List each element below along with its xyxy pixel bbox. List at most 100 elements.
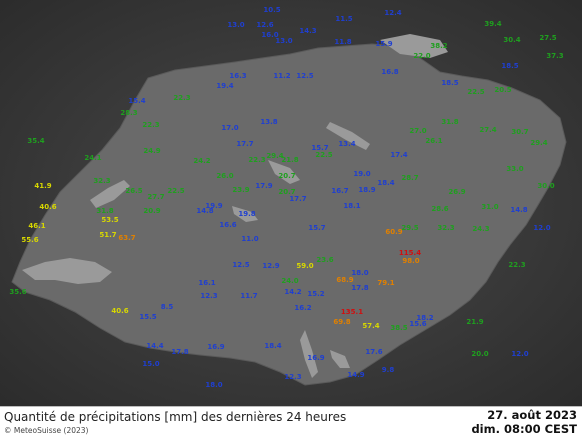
station-value: 15.9 bbox=[375, 40, 392, 48]
station-value: 24.9 bbox=[143, 147, 160, 155]
station-value: 39.4 bbox=[484, 20, 501, 28]
station-value: 24.0 bbox=[281, 277, 298, 285]
station-value: 30.0 bbox=[537, 182, 554, 190]
station-value: 38.5 bbox=[390, 324, 407, 332]
station-value: 22.3 bbox=[508, 261, 525, 269]
station-value: 23.9 bbox=[232, 186, 249, 194]
station-value: 12.3 bbox=[284, 373, 301, 381]
station-value: 9.8 bbox=[382, 366, 395, 374]
station-value: 24.1 bbox=[84, 154, 101, 162]
station-value: 18.0 bbox=[351, 269, 368, 277]
station-value: 69.8 bbox=[333, 318, 350, 326]
station-value: 15.4 bbox=[128, 97, 145, 105]
station-value: 22.3 bbox=[173, 94, 190, 102]
station-value: 19.9 bbox=[205, 202, 222, 210]
station-value: 18.9 bbox=[358, 186, 375, 194]
station-value: 27.0 bbox=[409, 127, 426, 135]
station-value: 21.8 bbox=[281, 156, 298, 164]
station-value: 16.1 bbox=[198, 279, 215, 287]
station-value: 53.5 bbox=[101, 216, 118, 224]
station-value: 18.4 bbox=[264, 342, 281, 350]
station-value: 24.3 bbox=[472, 225, 489, 233]
station-value: 17.0 bbox=[221, 124, 238, 132]
station-value: 11.5 bbox=[335, 15, 352, 23]
station-value: 79.1 bbox=[377, 279, 394, 287]
station-value: 22.3 bbox=[142, 121, 159, 129]
station-value: 32.3 bbox=[93, 177, 110, 185]
station-value: 20.7 bbox=[278, 172, 295, 180]
station-value: 12.3 bbox=[200, 292, 217, 300]
map-title: Quantité de précipitations [mm] des dern… bbox=[4, 410, 347, 424]
station-value: 26.1 bbox=[425, 137, 442, 145]
station-value: 98.0 bbox=[402, 257, 419, 265]
station-value: 21.9 bbox=[466, 318, 483, 326]
station-value: 18.4 bbox=[377, 179, 394, 187]
station-value: 17.7 bbox=[236, 140, 253, 148]
station-value: 16.2 bbox=[294, 304, 311, 312]
station-value: 12.9 bbox=[262, 262, 279, 270]
station-value: 27.5 bbox=[539, 34, 556, 42]
station-value: 28.3 bbox=[120, 109, 137, 117]
station-value: 20.9 bbox=[143, 207, 160, 215]
station-value: 46.1 bbox=[28, 222, 45, 230]
station-value: 12.5 bbox=[296, 72, 313, 80]
station-value: 15.6 bbox=[409, 320, 426, 328]
station-value: 24.2 bbox=[193, 157, 210, 165]
station-value: 33.0 bbox=[506, 165, 523, 173]
station-value: 51.7 bbox=[99, 231, 116, 239]
station-value: 11.0 bbox=[241, 235, 258, 243]
station-value: 17.8 bbox=[171, 348, 188, 356]
station-value: 17.4 bbox=[390, 151, 407, 159]
station-value: 16.3 bbox=[229, 72, 246, 80]
station-value: 13.8 bbox=[260, 118, 277, 126]
station-value: 27.7 bbox=[147, 193, 164, 201]
station-value: 15.7 bbox=[308, 224, 325, 232]
station-value: 28.6 bbox=[431, 205, 448, 213]
station-value: 17.8 bbox=[351, 284, 368, 292]
station-value: 12.0 bbox=[511, 350, 528, 358]
station-value: 22.3 bbox=[248, 156, 265, 164]
station-value: 15.5 bbox=[139, 313, 156, 321]
precipitation-map: 10.5 12.413.0 12.611.514.316.013.0 11.8 15.9… bbox=[0, 0, 582, 406]
station-value: 23.6 bbox=[316, 256, 333, 264]
station-value: 14.2 bbox=[284, 288, 301, 296]
station-value: 26.0 bbox=[216, 172, 233, 180]
station-value: 18.0 bbox=[205, 381, 222, 389]
station-value: 16.8 bbox=[381, 68, 398, 76]
station-value: 12.0 bbox=[533, 224, 550, 232]
station-value: 32.3 bbox=[437, 224, 454, 232]
station-value: 13.0 bbox=[275, 37, 292, 45]
station-value: 14.4 bbox=[146, 342, 163, 350]
station-value: 19.8 bbox=[238, 210, 255, 218]
station-value: 38.2 bbox=[430, 42, 447, 50]
station-value: 12.4 bbox=[384, 9, 401, 17]
station-value: 11.7 bbox=[240, 292, 257, 300]
station-value: 20.0 bbox=[471, 350, 488, 358]
station-value: 26.5 bbox=[125, 187, 142, 195]
station-value: 13.0 bbox=[227, 21, 244, 29]
station-value: 15.2 bbox=[307, 290, 324, 298]
station-value: 12.6 bbox=[256, 21, 273, 29]
station-value: 59.0 bbox=[296, 262, 313, 270]
station-value: 10.5 bbox=[263, 6, 280, 14]
time-label: dim. 08:00 CEST bbox=[471, 422, 577, 436]
station-value: 18.1 bbox=[343, 202, 360, 210]
station-value: 30.7 bbox=[511, 128, 528, 136]
station-value: 17.6 bbox=[365, 348, 382, 356]
station-value: 13.4 bbox=[338, 140, 355, 148]
station-value: 31.0 bbox=[481, 203, 498, 211]
station-value: 8.5 bbox=[161, 303, 174, 311]
station-value: 29.4 bbox=[530, 139, 547, 147]
date-label: 27. août 2023 bbox=[487, 408, 577, 422]
station-value: 35.4 bbox=[27, 137, 44, 145]
station-value: 41.9 bbox=[34, 182, 51, 190]
station-value: 20.7 bbox=[278, 188, 295, 196]
station-value: 28.7 bbox=[401, 174, 418, 182]
station-value: 26.9 bbox=[448, 188, 465, 196]
station-value: 14.9 bbox=[347, 371, 364, 379]
station-value: 17.9 bbox=[255, 182, 272, 190]
station-value: 27.4 bbox=[479, 126, 496, 134]
station-value: 16.6 bbox=[219, 221, 236, 229]
station-value: 16.9 bbox=[307, 354, 324, 362]
station-value: 18.5 bbox=[441, 79, 458, 87]
